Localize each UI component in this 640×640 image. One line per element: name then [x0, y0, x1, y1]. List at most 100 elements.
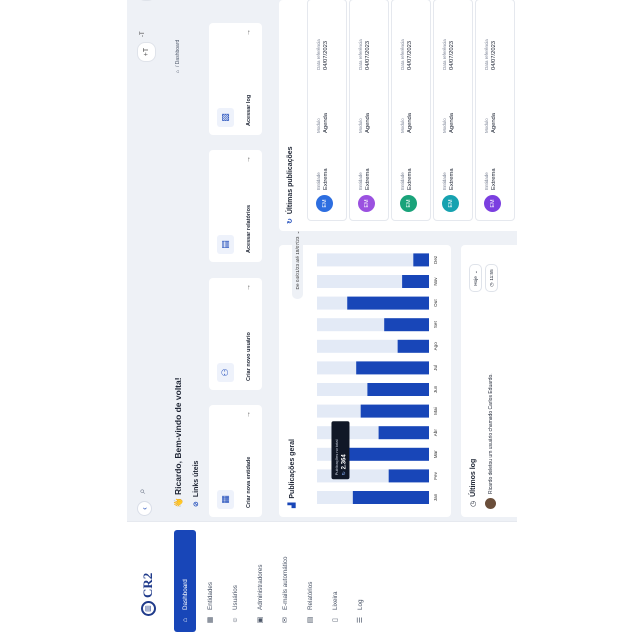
bar-jul[interactable]	[356, 361, 429, 375]
bar-mar[interactable]	[349, 447, 429, 461]
trash-icon: ▯	[331, 618, 339, 622]
breadcrumb: ⌂ / Dashboard	[175, 40, 181, 73]
mail-icon: ✉	[281, 617, 289, 623]
arrow-right-icon: →	[245, 156, 252, 163]
sidebar-item-lixeira[interactable]: ▯ Lixeira	[324, 530, 346, 632]
publications-title-text: Últimas publicações	[286, 146, 294, 215]
theme-toggle[interactable]	[137, 0, 156, 1]
bar-out[interactable]	[347, 296, 429, 310]
search-icon[interactable]: ⌕	[137, 488, 148, 494]
sidebar-item-dashboard[interactable]: ⌂ Dashboard	[174, 530, 196, 632]
publication-data-referencia: Data referência 04/07/2023	[442, 39, 455, 70]
link-card-log[interactable]: ▧ Acessar log →	[209, 23, 262, 135]
tooltip-label: Publicações no total	[334, 439, 339, 475]
publication-item[interactable]: EM Entidade Extrema Modulo Agenda Data referê…	[349, 0, 389, 221]
publication-modulo-label: Modulo	[316, 118, 321, 133]
font-size-toggle[interactable]: +T	[137, 42, 156, 62]
font-size-small-label[interactable]: -T	[140, 31, 146, 37]
publication-data-referencia: Data referência 04/07/2023	[316, 39, 329, 70]
publication-entidade-label: Entidade	[484, 172, 489, 190]
bar-fev[interactable]	[388, 469, 429, 483]
publication-entidade-value: Extrema	[449, 168, 455, 190]
log-title-text: Últimos log	[469, 458, 477, 497]
publication-entidade: Entidade Extrema	[358, 168, 371, 190]
publication-entidade-label: Entidade	[358, 172, 363, 190]
publications-card: ↻ Últimas publicações EM Entidade Extrema M…	[279, 0, 517, 231]
publication-entidade-value: Extrema	[323, 168, 329, 190]
tooltip-value: 2.364	[341, 454, 347, 470]
publication-item[interactable]: EM Entidade Extrema Modulo Agenda Data referê…	[433, 0, 473, 221]
publication-modulo: Modulo Agenda	[316, 113, 329, 133]
sidebar-item-entidades[interactable]: ▦ Entidades	[199, 530, 221, 632]
x-tick-label: Dez	[433, 255, 438, 264]
bar-nov[interactable]	[402, 275, 430, 288]
publication-entidade-value: Extrema	[407, 168, 413, 190]
link-card-criar-usuario[interactable]: ⚇ Criar novo usuário →	[209, 278, 262, 390]
link-card-relatorios[interactable]: ▤ Acessar relatórios →	[209, 150, 262, 262]
x-tick-label: Set	[433, 321, 438, 329]
bar-abr[interactable]	[378, 426, 429, 440]
publication-data-referencia-label: Data referência	[484, 39, 489, 70]
bar-jun[interactable]	[367, 383, 429, 396]
x-tick-label: Abr	[433, 429, 438, 437]
publication-entidade-value: Extrema	[491, 168, 497, 190]
publication-data-referencia-value: 04/07/2023	[323, 40, 329, 70]
logo-text: CR2	[140, 572, 155, 598]
publication-modulo: Modulo Agenda	[442, 113, 455, 133]
topbar: ‹ ⌕ +T -T 🔔︎ ⌄	[127, 0, 164, 522]
building-icon: ▦	[206, 616, 214, 624]
bar-jan[interactable]	[352, 491, 429, 504]
breadcrumb-text: / Dashboard	[175, 39, 181, 67]
wave-icon: 👋	[173, 497, 183, 508]
greeting-text: Ricardo, Bem-vindo de volta!	[173, 377, 183, 496]
x-tick-label: Jul	[433, 365, 438, 371]
bar-ago[interactable]	[397, 339, 429, 353]
link-label: Acessar log	[246, 94, 252, 126]
home-icon[interactable]: ⌂	[175, 70, 181, 73]
clock-icon: ◷	[470, 500, 477, 507]
publication-modulo-value: Agenda	[365, 113, 371, 133]
sidebar-item-label: Dashboard	[181, 579, 189, 610]
sidebar-item-relatorios[interactable]: ▤ Relatórios	[299, 530, 321, 632]
publication-entidade: Entidade Extrema	[442, 168, 455, 190]
sidebar-item-usuarios[interactable]: ☺ Usuários	[224, 530, 246, 632]
publication-data-referencia-value: 04/07/2023	[365, 40, 371, 70]
publication-entidade-label: Entidade	[400, 172, 405, 190]
x-tick-label: Nov	[433, 277, 438, 286]
user-add-icon: ⚇	[217, 363, 234, 382]
sidebar-item-label: Relatórios	[306, 581, 314, 610]
x-tick-label: Mai	[433, 407, 438, 414]
sidebar-item-emails[interactable]: ✉ E-mails automático	[274, 530, 296, 632]
font-size-large-label: +T	[143, 47, 150, 57]
clock-icon: ◷	[488, 282, 494, 287]
chevron-left-icon[interactable]: ‹	[137, 501, 152, 516]
chart-card: ▟ Publicações geral De 04/01/23 até 18/0…	[279, 221, 451, 517]
publication-data-referencia: Data referência 04/07/2023	[484, 39, 497, 70]
log-icon: ▧	[217, 108, 234, 127]
links-title-text: Links úteis	[192, 460, 200, 498]
sidebar-item-administradores[interactable]: ▣ Administradores	[249, 530, 271, 632]
entity-avatar: EM	[400, 195, 417, 212]
bar-mai[interactable]	[360, 404, 429, 418]
log-date-filter[interactable]: Hoje ⌄	[469, 264, 482, 292]
link-icon: ⊘	[193, 501, 200, 507]
sidebar-item-log[interactable]: ☰ Log	[349, 530, 371, 632]
arrow-right-icon: →	[245, 284, 252, 291]
entity-avatar: EM	[316, 195, 333, 212]
link-card-criar-entidade[interactable]: ▦ Criar nova entidade →	[209, 405, 262, 517]
bar-dez[interactable]	[413, 253, 430, 267]
publication-item[interactable]: EM Entidade Extrema Modulo Agenda Data referê…	[391, 0, 431, 221]
publication-item[interactable]: EM Entidade Extrema Modulo Agenda Data referê…	[307, 0, 347, 221]
bar-set[interactable]	[384, 318, 429, 332]
page-title: 👋 Ricardo, Bem-vindo de volta!	[173, 377, 184, 508]
x-tick-label: Out	[433, 299, 438, 307]
link-label: Criar novo usuário	[246, 332, 252, 381]
home-icon: ⌂	[181, 617, 189, 623]
publication-item[interactable]: EM Entidade Extrema Modulo Agenda Data referê…	[475, 0, 515, 221]
publication-data-referencia-label: Data referência	[358, 39, 363, 70]
logo[interactable]: ▥ CR2	[135, 560, 161, 616]
publications-title: ↻ Últimas publicações	[286, 146, 295, 224]
publication-modulo-label: Modulo	[484, 118, 489, 133]
publication-modulo: Modulo Agenda	[484, 113, 497, 133]
sidebar-item-label: Lixeira	[331, 591, 339, 610]
